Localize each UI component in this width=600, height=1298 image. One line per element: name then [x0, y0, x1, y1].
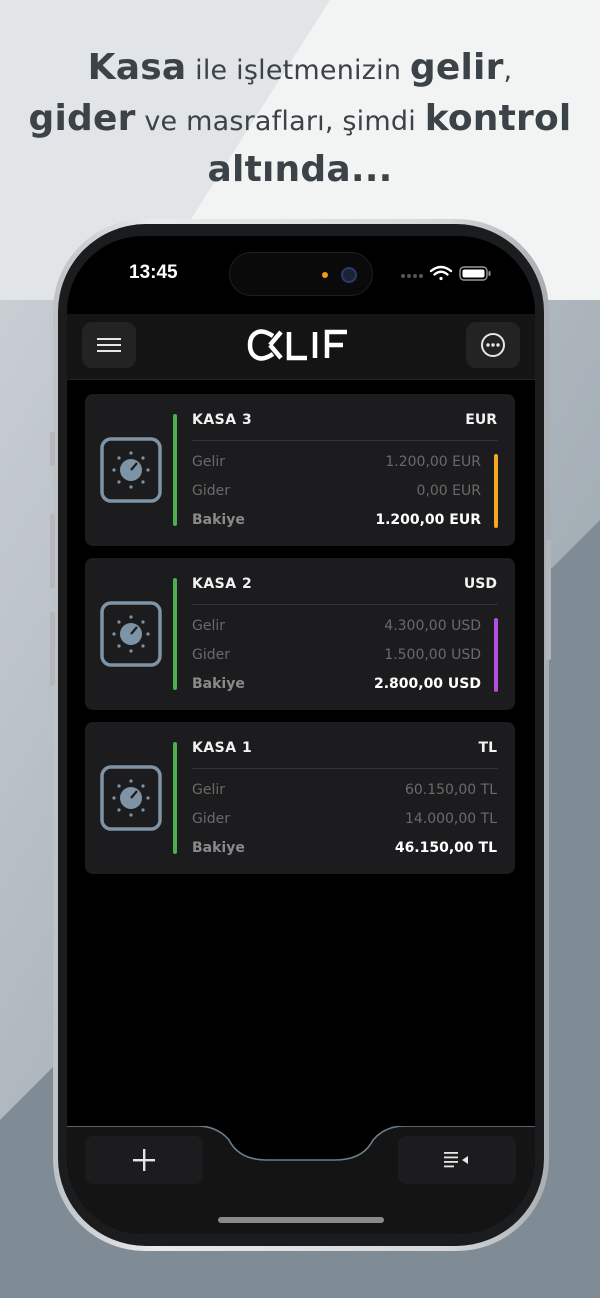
status-bar — [173, 414, 177, 526]
list-view-button[interactable] — [398, 1136, 516, 1184]
expense-label: Gider — [192, 483, 230, 499]
power-button — [546, 540, 551, 660]
status-bar — [173, 578, 177, 690]
headline-gelir: gelir — [409, 47, 504, 88]
cellular-signal-icon — [401, 274, 423, 278]
camera-icon — [341, 267, 357, 283]
expense-value: 0,00 EUR — [416, 483, 481, 499]
promo-headline: Kasa ile işletmenizin gelir, gider ve ma… — [0, 44, 600, 196]
status-icons — [401, 265, 491, 281]
hamburger-icon — [97, 338, 121, 352]
balance-label: Bakiye — [192, 676, 245, 692]
balance-value: 46.150,00 TL — [394, 840, 497, 856]
kasa-card[interactable]: KASA 3 EUR Gelir 1.200,00 EUR Gider 0,00… — [85, 394, 515, 546]
income-value: 60.150,00 TL — [404, 782, 497, 798]
income-value: 1.200,00 EUR — [385, 454, 481, 470]
privacy-indicator-icon — [322, 272, 328, 278]
phone-screen: 13:45 KASA 3 EUR Gelir 1.200,00 EUR Gide… — [67, 236, 535, 1234]
income-value: 4.300,00 USD — [384, 618, 481, 634]
ellipsis-circle-icon — [481, 333, 505, 357]
app-header — [67, 314, 535, 380]
wifi-icon — [429, 265, 453, 281]
volume-up-button — [50, 514, 55, 588]
balance-label: Bakiye — [192, 512, 245, 528]
accent-bar — [494, 618, 498, 692]
divider — [192, 440, 498, 441]
headline-text-2: ve masrafları, şimdi — [135, 106, 425, 137]
expense-label: Gider — [192, 811, 230, 827]
kasa-currency: USD — [463, 576, 497, 592]
balance-label: Bakiye — [192, 840, 245, 856]
safe-icon — [100, 765, 162, 831]
action-button — [50, 432, 55, 466]
income-label: Gelir — [192, 454, 225, 470]
expense-value: 14.000,00 TL — [404, 811, 497, 827]
home-indicator — [218, 1217, 384, 1223]
safe-icon — [100, 437, 162, 503]
balance-value: 2.800,00 USD — [373, 676, 481, 692]
plus-icon — [133, 1149, 155, 1171]
list-filter-icon — [444, 1152, 468, 1168]
expense-label: Gider — [192, 647, 230, 663]
volume-down-button — [50, 612, 55, 686]
menu-button[interactable] — [82, 322, 136, 368]
kasa-card[interactable]: KASA 2 USD Gelir 4.300,00 USD Gider 1.50… — [85, 558, 515, 710]
headline-kasa: Kasa — [87, 47, 187, 88]
divider — [192, 768, 498, 769]
oklif-logo — [247, 329, 347, 361]
accent-bar — [494, 454, 498, 528]
kasa-card[interactable]: KASA 1 TL Gelir 60.150,00 TL Gider 14.00… — [85, 722, 515, 874]
headline-comma: , — [503, 55, 513, 86]
kasa-name: KASA 1 — [192, 740, 253, 756]
dynamic-island — [229, 252, 373, 296]
divider — [192, 604, 498, 605]
safe-icon — [100, 601, 162, 667]
income-label: Gelir — [192, 618, 225, 634]
headline-gider: gider — [28, 98, 136, 139]
balance-value: 1.200,00 EUR — [375, 512, 481, 528]
income-label: Gelir — [192, 782, 225, 798]
headline-text-1: ile işletmenizin — [186, 55, 410, 86]
status-time: 13:45 — [129, 262, 178, 283]
kasa-currency: TL — [478, 740, 497, 756]
kasa-name: KASA 2 — [192, 576, 253, 592]
headline-altinda: altında... — [207, 149, 393, 190]
expense-value: 1.500,00 USD — [384, 647, 481, 663]
add-kasa-button[interactable] — [85, 1136, 203, 1184]
kasa-name: KASA 3 — [192, 412, 253, 428]
headline-kontrol: kontrol — [424, 98, 572, 139]
more-options-button[interactable] — [466, 322, 520, 368]
battery-icon — [459, 266, 491, 281]
kasa-currency: EUR — [465, 412, 497, 428]
status-bar — [173, 742, 177, 854]
